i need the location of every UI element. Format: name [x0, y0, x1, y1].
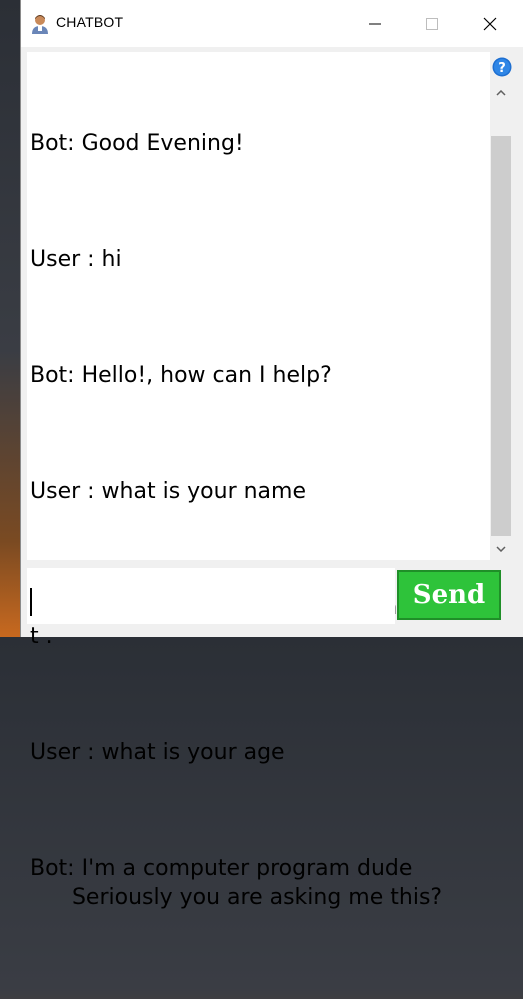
window-title: CHATBOT	[56, 14, 124, 30]
chat-message: User : what is your age	[30, 740, 285, 765]
svg-text:?: ?	[498, 61, 506, 76]
close-button[interactable]	[467, 0, 513, 47]
chevron-down-icon	[496, 546, 506, 552]
chatbot-person-icon	[31, 14, 49, 34]
chat-message: Bot: Hello!, how can I help?	[30, 363, 332, 388]
chat-log[interactable]: Bot: Good Evening! User : hi Bot: Hello!…	[27, 52, 490, 910]
chat-scrollbar[interactable]: ?	[490, 52, 512, 560]
title-bar[interactable]: CHATBOT	[21, 0, 523, 47]
scroll-down-button[interactable]	[490, 538, 512, 560]
scrollbar-thumb[interactable]	[491, 136, 511, 536]
maximize-button[interactable]	[409, 0, 455, 47]
chat-message: Bot: Good Evening!	[30, 131, 244, 156]
maximize-icon	[426, 17, 438, 30]
minimize-icon	[369, 23, 381, 24]
text-caret	[30, 588, 32, 616]
chat-message: Bot: I'm a computer program dude Serious…	[30, 856, 443, 910]
send-button[interactable]: Send	[397, 570, 501, 620]
message-input[interactable]	[27, 568, 395, 624]
chat-message: User : what is your name	[30, 479, 306, 504]
message-input-box[interactable]	[27, 568, 395, 624]
chevron-up-icon	[496, 90, 506, 96]
chat-transcript: Bot: Good Evening! User : hi Bot: Hello!…	[30, 71, 488, 999]
close-icon	[483, 17, 497, 30]
help-icon[interactable]: ?	[492, 57, 512, 77]
chatbot-window: CHATBOT Bot: Good Evening! User : hi Bot…	[20, 0, 523, 910]
chat-message: User : hi	[30, 247, 122, 272]
scroll-up-button[interactable]	[490, 82, 512, 104]
minimize-button[interactable]	[352, 0, 398, 47]
